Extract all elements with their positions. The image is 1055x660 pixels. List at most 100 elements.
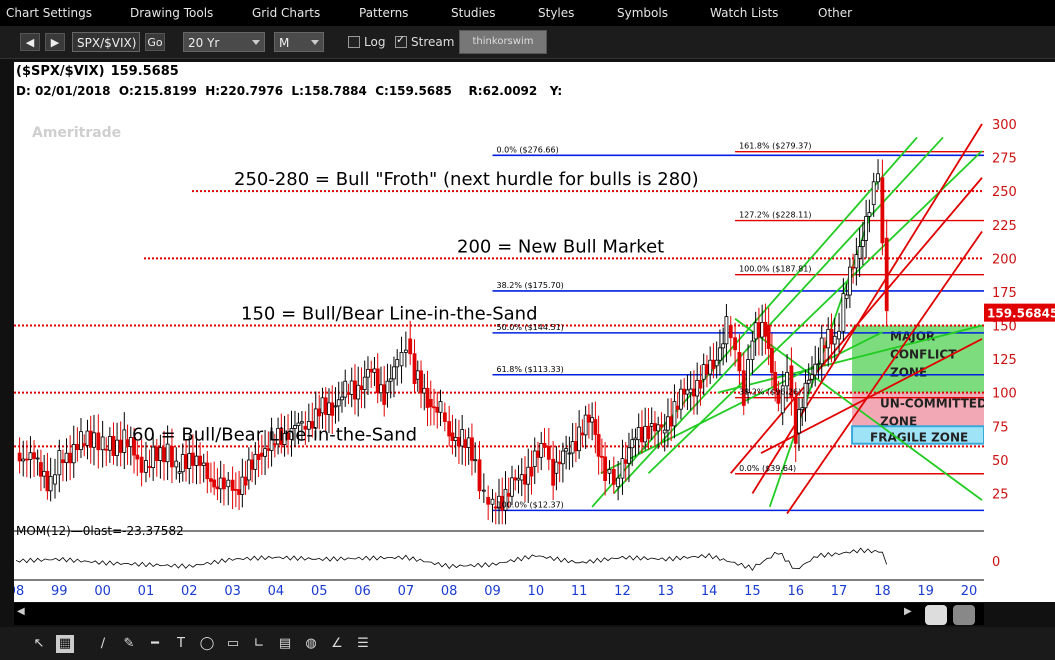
gann-fan-icon[interactable]: ∟ bbox=[250, 635, 268, 653]
menu-symbols[interactable]: Symbols bbox=[617, 6, 668, 20]
back-arrow-icon[interactable]: ◀ bbox=[20, 33, 40, 51]
zoom-in-icon[interactable] bbox=[925, 605, 947, 625]
menu-chart-settings[interactable]: Chart Settings bbox=[6, 6, 92, 20]
ellipse-icon[interactable]: ◯ bbox=[198, 635, 216, 653]
candle-body bbox=[692, 388, 696, 397]
crosshair-icon[interactable]: ▦ bbox=[56, 635, 74, 653]
scroll-right-icon[interactable]: ▶ bbox=[904, 606, 912, 617]
candle-body bbox=[481, 489, 486, 492]
menu-other[interactable]: Other bbox=[818, 6, 852, 20]
candle-body bbox=[857, 246, 862, 259]
y-tick-label: 300 bbox=[992, 118, 1017, 133]
zoom-out-icon[interactable] bbox=[953, 605, 975, 625]
candle-body bbox=[408, 338, 413, 355]
menu-grid-charts[interactable]: Grid Charts bbox=[252, 6, 320, 20]
candle-body bbox=[184, 454, 188, 469]
candle-body bbox=[48, 476, 53, 492]
candle-body bbox=[560, 450, 565, 465]
menu-styles[interactable]: Styles bbox=[538, 6, 574, 20]
cursor-icon[interactable]: ↖ bbox=[30, 635, 48, 653]
candle-body bbox=[586, 414, 591, 423]
candle-body bbox=[583, 414, 588, 436]
period-select[interactable]: 20 Yr bbox=[183, 32, 265, 52]
candle-body bbox=[847, 266, 852, 296]
candle-body bbox=[447, 421, 452, 437]
zone-label: FRAGILE ZONE bbox=[870, 430, 968, 444]
candle-body bbox=[841, 293, 846, 332]
candle-body bbox=[205, 462, 210, 480]
candle-body bbox=[770, 348, 774, 373]
y-tick-label: 25 bbox=[992, 487, 1009, 502]
candle-body bbox=[92, 432, 96, 448]
candle-body bbox=[470, 437, 474, 461]
forward-arrow-icon[interactable]: ▶ bbox=[45, 33, 65, 51]
candle-body bbox=[810, 374, 814, 380]
y-tick-label: 150 bbox=[992, 320, 1017, 335]
menu-patterns[interactable]: Patterns bbox=[359, 6, 408, 20]
menu-watch-lists[interactable]: Watch Lists bbox=[710, 6, 778, 20]
channel-icon[interactable]: ☰ bbox=[354, 635, 372, 653]
candle-body bbox=[61, 459, 65, 464]
candle-body bbox=[721, 343, 726, 349]
candle-body bbox=[256, 453, 261, 461]
log-checkbox[interactable] bbox=[348, 36, 360, 48]
go-button[interactable]: Go bbox=[145, 33, 165, 51]
zones-layer: MAJORCONFLICTZONEUN-COMMITTEDZONEFRAGILE… bbox=[851, 325, 984, 445]
candle-body bbox=[435, 406, 440, 413]
thinkorswim-button[interactable]: thinkorswim bbox=[459, 30, 547, 54]
candle-body bbox=[513, 477, 518, 481]
candle-body bbox=[763, 321, 768, 337]
candle-body bbox=[415, 370, 420, 380]
candle-body bbox=[170, 445, 174, 468]
candle-body bbox=[382, 384, 387, 405]
candle-body bbox=[630, 439, 635, 449]
candle-body bbox=[369, 368, 374, 373]
candle-body bbox=[733, 337, 737, 351]
candle-body bbox=[672, 401, 677, 427]
candle-body bbox=[854, 254, 859, 269]
candle-body bbox=[832, 335, 837, 345]
candle-body bbox=[88, 430, 93, 448]
horizontal-line-icon[interactable]: ━ bbox=[146, 635, 164, 653]
watermark-text: Ameritrade bbox=[32, 125, 121, 141]
time-scrollbar[interactable]: ◀ ▶ bbox=[14, 603, 984, 625]
chart-area[interactable]: 98 99 00 01 02 03 04 05 06 07 08 09 10 11 12 13 14 15 16 17… bbox=[14, 62, 984, 602]
cycle-icon[interactable]: ◍ bbox=[302, 635, 320, 653]
x-tick-label: 18 bbox=[874, 584, 891, 599]
candle-body bbox=[750, 340, 755, 360]
candle-body bbox=[353, 380, 357, 400]
rectangle-icon[interactable]: ▭ bbox=[224, 635, 242, 653]
menu-drawing-tools[interactable]: Drawing Tools bbox=[130, 6, 213, 20]
interval-select[interactable]: M bbox=[274, 32, 324, 52]
fan-icon[interactable]: ∠ bbox=[328, 635, 346, 653]
candle-body bbox=[17, 452, 22, 462]
candle-body bbox=[876, 173, 880, 183]
pencil-icon[interactable]: ✎ bbox=[120, 635, 138, 653]
candle-body bbox=[266, 448, 271, 451]
candle-body bbox=[529, 466, 534, 477]
candle-body bbox=[187, 453, 192, 469]
menu-studies[interactable]: Studies bbox=[451, 6, 496, 20]
fibonacci-icon[interactable]: ▤ bbox=[276, 635, 294, 653]
text-tool-icon[interactable]: T bbox=[172, 635, 190, 653]
candle-body bbox=[79, 431, 83, 451]
x-tick-label: 16 bbox=[787, 584, 804, 599]
trendline-icon[interactable]: ∕ bbox=[94, 635, 112, 653]
x-tick-label: 08 bbox=[441, 584, 458, 599]
stream-checkbox[interactable]: ✓ bbox=[395, 33, 407, 48]
candle-body bbox=[320, 397, 325, 414]
candle-body bbox=[39, 462, 43, 477]
candle-body bbox=[100, 436, 105, 451]
candle-body bbox=[757, 322, 761, 338]
candle-body bbox=[539, 442, 544, 458]
candle-body bbox=[422, 387, 427, 394]
symbol-input[interactable]: SPX/$VIX) bbox=[72, 32, 140, 52]
fib-right-label: 0.0% ($39.64) bbox=[739, 464, 796, 473]
candle-body bbox=[570, 441, 575, 454]
candle-body bbox=[793, 397, 798, 444]
scroll-left-icon[interactable]: ◀ bbox=[17, 606, 25, 617]
x-tick-label: 06 bbox=[354, 584, 371, 599]
candle-body bbox=[212, 479, 217, 488]
annotation-text: 250-280 = Bull "Froth" (next hurdle for … bbox=[234, 169, 699, 190]
candle-body bbox=[64, 452, 69, 464]
